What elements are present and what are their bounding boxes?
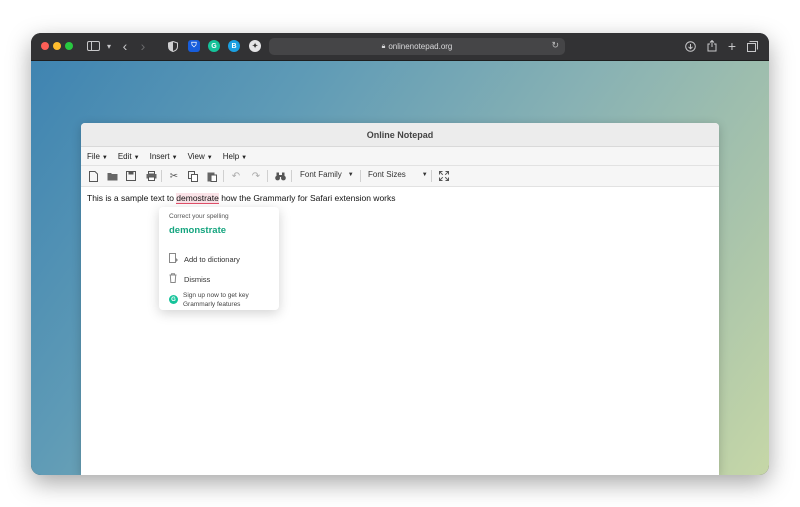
grammarly-suggestion-popup: Correct your spelling demonstrate Add to… (159, 207, 279, 310)
privacy-shield-icon[interactable] (165, 38, 181, 54)
editor-text-before: This is a sample text to (87, 193, 177, 203)
grammarly-logo-icon: G (169, 295, 178, 304)
cut-icon[interactable]: ✂ (168, 170, 180, 182)
editor-toolbar: ✂ ↶ ↷ Font Family ▼ Font Sizes ▼ (81, 165, 719, 187)
trash-icon (169, 273, 179, 285)
sidebar-toggle-icon[interactable] (85, 38, 101, 54)
editor-text-after: how the Grammarly for Safari extension w… (218, 193, 396, 203)
zoom-window-button[interactable] (65, 42, 73, 50)
toolbar-divider (161, 170, 162, 182)
close-window-button[interactable] (41, 42, 49, 50)
browser-toolbar: ▾ ‹ › ⛉ G B ✦ 🔒︎ onlinenotepad.org ↻ + (31, 33, 769, 61)
editor-text-area[interactable]: This is a sample text to demostrate how … (81, 187, 719, 310)
spelling-suggestion-button[interactable]: demonstrate (169, 225, 226, 236)
bitwarden-extension-icon[interactable]: ⛉ (188, 40, 200, 52)
tab-overview-icon[interactable] (744, 38, 760, 54)
find-binoculars-icon[interactable] (274, 170, 286, 182)
add-dictionary-icon (169, 253, 179, 265)
redo-icon[interactable]: ↷ (250, 170, 262, 182)
toolbar-divider (431, 170, 432, 182)
open-folder-icon[interactable] (106, 170, 118, 182)
toolbar-divider (291, 170, 292, 182)
caret-down-icon: ▼ (421, 171, 428, 178)
menu-bar: File ▼ Edit ▼ Insert ▼ View ▼ Help ▼ (81, 147, 719, 165)
toolbar-divider (360, 170, 361, 182)
new-file-icon[interactable] (87, 170, 99, 182)
signup-text[interactable]: Sign up now to get key Grammarly feature… (183, 291, 273, 309)
page-title: Online Notepad (81, 123, 719, 147)
menu-edit[interactable]: Edit ▼ (118, 152, 140, 161)
web-content: Online Notepad File ▼ Edit ▼ Insert ▼ View ▼… (31, 61, 769, 475)
misspelled-word[interactable]: demostrate (176, 193, 219, 204)
browser-window: ▾ ‹ › ⛉ G B ✦ 🔒︎ onlinenotepad.org ↻ + O… (31, 33, 769, 475)
menu-file[interactable]: File ▼ (87, 152, 108, 161)
menu-view[interactable]: View ▼ (188, 152, 213, 161)
url-text: onlinenotepad.org (388, 42, 453, 51)
print-icon[interactable] (145, 170, 157, 182)
toolbar-divider (223, 170, 224, 182)
copy-icon[interactable] (187, 170, 199, 182)
online-notepad-app: Online Notepad File ▼ Edit ▼ Insert ▼ View ▼… (81, 123, 719, 475)
lock-icon: 🔒︎ (381, 42, 386, 50)
compass-extension-icon[interactable]: ✦ (249, 40, 261, 52)
toolbar-divider (267, 170, 268, 182)
menu-help[interactable]: Help ▼ (223, 152, 247, 161)
back-button[interactable]: ‹ (117, 38, 133, 54)
extension-b-icon[interactable]: B (228, 40, 240, 52)
grammarly-extension-icon[interactable]: G (208, 40, 220, 52)
downloads-icon[interactable] (682, 38, 698, 54)
font-sizes-select[interactable]: Font Sizes ▼ (368, 170, 428, 179)
share-icon[interactable] (704, 38, 720, 54)
chevron-down-icon[interactable]: ▾ (101, 38, 117, 54)
paste-icon[interactable] (206, 170, 218, 182)
forward-button[interactable]: › (135, 38, 151, 54)
save-icon[interactable] (125, 170, 137, 182)
undo-icon[interactable]: ↶ (230, 170, 242, 182)
popup-hint: Correct your spelling (169, 213, 229, 220)
font-family-select[interactable]: Font Family ▼ (300, 170, 354, 179)
fullscreen-icon[interactable] (438, 170, 450, 182)
dismiss-button[interactable]: Dismiss (169, 273, 210, 285)
reload-icon[interactable]: ↻ (551, 40, 559, 51)
new-tab-icon[interactable]: + (724, 38, 740, 54)
add-to-dictionary-button[interactable]: Add to dictionary (169, 253, 240, 265)
minimize-window-button[interactable] (53, 42, 61, 50)
caret-down-icon: ▼ (347, 171, 354, 178)
grammarly-signup-link[interactable]: G (169, 295, 183, 304)
menu-insert[interactable]: Insert ▼ (150, 152, 178, 161)
address-bar[interactable]: 🔒︎ onlinenotepad.org ↻ (269, 38, 565, 55)
